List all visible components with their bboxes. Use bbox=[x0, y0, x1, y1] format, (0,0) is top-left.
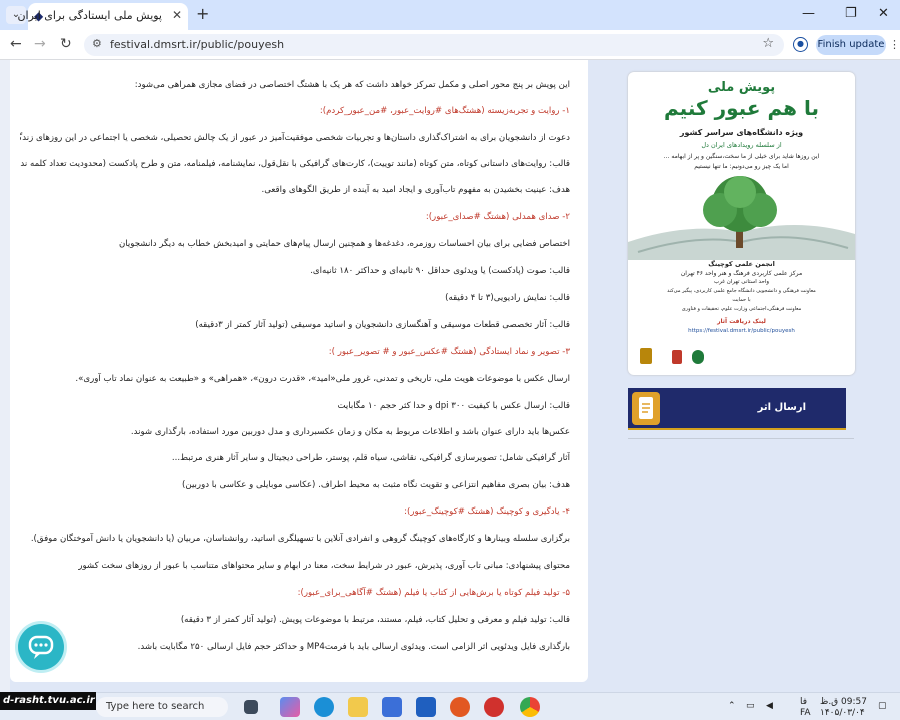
article-line: محتوای پیشنهادی: مبانی تاب آوری، پذیرش، … bbox=[78, 561, 570, 571]
clock-time[interactable]: 09:57 ق.ظ bbox=[820, 697, 867, 707]
tray-chevron-icon[interactable]: ⌃ bbox=[728, 701, 736, 711]
network-icon[interactable]: ▭ bbox=[746, 701, 755, 711]
article-line: بارگذاری فایل ویدئویی اثر الزامی است. وی… bbox=[137, 642, 570, 652]
article-line: عکس‌ها باید دارای عنوان باشد و اطلاعات م… bbox=[130, 427, 570, 437]
poster-quote-2: اما یک چیز رو می‌دونیم: ما تنها نیستیم bbox=[694, 163, 789, 170]
back-arrow-icon[interactable]: ← bbox=[10, 36, 22, 52]
reload-icon[interactable]: ↻ bbox=[60, 36, 72, 52]
article-line: قالب: ارسال عکس با کیفیت ۳۰۰ dpi و حدا ک… bbox=[337, 401, 570, 411]
poster-quote-1: این روزها شاید برای خیلی از ما سخت،سنگین… bbox=[663, 153, 820, 160]
taskbar-search[interactable]: Type here to search bbox=[96, 697, 228, 717]
article-line: قالب: صوت (پادکست) یا ویدئوی حداقل ۹۰ ثا… bbox=[310, 266, 570, 276]
site-info-icon[interactable]: ⚙ bbox=[92, 37, 102, 50]
article-line: قالب: تولید فیلم و معرفی و تحلیل کتاب، ف… bbox=[180, 615, 570, 625]
poster-headline: با هم عبور کنیم bbox=[664, 96, 819, 120]
article-line: هدف: بیان بصری مفاهیم انتزاعی و تقویت نگ… bbox=[182, 480, 570, 490]
event-poster[interactable]: پویش ملی با هم عبور کنیم ویژه دانشگاه‌ها… bbox=[628, 72, 855, 375]
document-icon bbox=[632, 392, 660, 425]
emblem-logo-icon bbox=[640, 348, 652, 364]
browser-toolbar: ← → ↻ ⚙ festival.dmsrt.ir/public/pouyesh… bbox=[0, 30, 900, 60]
poster-kicker: پویش ملی bbox=[707, 80, 776, 95]
forward-arrow-icon[interactable]: → bbox=[34, 36, 46, 52]
article-line: آثار گرافیکی شامل: تصویرسازی گرافیکی، نق… bbox=[171, 453, 570, 463]
poster-org-6: معاونت فرهنگی،اجتماعی وزارت علوم، تحقیقا… bbox=[681, 306, 802, 312]
sidebar-divider bbox=[628, 438, 854, 439]
article-line: هدف: عینیت بخشیدن به مفهوم تاب‌آوری و ای… bbox=[261, 185, 570, 195]
finish-update-button[interactable]: Finish update bbox=[816, 35, 886, 55]
close-window-icon[interactable]: ✕ bbox=[878, 6, 889, 21]
article-line: این پویش بر پنج محور اصلی و مکمل تمرکز خ… bbox=[134, 80, 570, 90]
poster-series: از سلسله رویدادهای ایران دل bbox=[701, 141, 782, 149]
poster-org-1: انجمن علمی کوچینگ bbox=[708, 260, 775, 268]
section-heading: ۱- روایت و تجربه‌زیسته (هشتگ‌های #روایت_… bbox=[319, 106, 570, 116]
store-icon[interactable] bbox=[382, 697, 402, 717]
tree-illustration bbox=[628, 176, 855, 260]
volume-icon[interactable]: ◀ bbox=[766, 701, 773, 711]
poster-org-5: با حمایت bbox=[732, 297, 751, 303]
bookmark-star-icon[interactable]: ☆ bbox=[762, 36, 774, 51]
clock-date[interactable]: ۱۴۰۵/۰۳/۰۴ bbox=[820, 708, 865, 718]
tab-title: پویش ملی ایستادگی برای ایران bbox=[17, 9, 162, 22]
tab-strip: ⌄ ◆ پویش ملی ایستادگی برای ایران ✕ + — ❐… bbox=[0, 0, 900, 30]
article-line: قالب: روایت‌های داستانی کوتاه، متن کوتاه… bbox=[20, 159, 570, 169]
page-gutter bbox=[0, 60, 10, 692]
send-work-label: ارسال اثر bbox=[757, 402, 806, 413]
poster-org-3: واحد استانی تهران غرب bbox=[713, 279, 770, 285]
kebab-menu-icon[interactable]: ⋮ bbox=[889, 38, 900, 51]
section-heading: ۴- یادگیری و کوچینگ (هشتگ #کوچینگ_عبور): bbox=[404, 507, 570, 517]
new-tab-icon[interactable]: + bbox=[196, 4, 209, 23]
site-watermark: d-rasht.tvu.ac.ir bbox=[0, 692, 96, 710]
app-icon[interactable] bbox=[484, 697, 504, 717]
poster-link-label: لینک دریافت آثار bbox=[717, 318, 766, 325]
edge-browser-icon[interactable] bbox=[314, 697, 334, 717]
copilot-icon[interactable] bbox=[280, 697, 300, 717]
section-heading: ۳- تصویر و نماد ایستادگی (هشتگ #عکس_عبور… bbox=[328, 347, 570, 357]
emblem-logo-icon bbox=[672, 350, 682, 364]
minimize-icon[interactable]: — bbox=[802, 6, 815, 21]
task-view-icon[interactable] bbox=[244, 700, 258, 714]
profile-icon[interactable]: ● bbox=[793, 37, 808, 52]
section-heading: ۲- صدای همدلی (هشتگ #صدای_عبور): bbox=[425, 212, 570, 222]
poster-org-4: معاونت فرهنگی و دانشجویی دانشگاه جامع عل… bbox=[667, 288, 816, 294]
chat-bubble-icon[interactable] bbox=[18, 624, 64, 670]
outlook-icon[interactable] bbox=[416, 697, 436, 717]
article-line: دعوت از دانشجویان برای به اشتراک‌گذاری د… bbox=[20, 133, 570, 143]
language-fa[interactable]: فا bbox=[800, 697, 807, 707]
poster-subtitle: ویژه دانشگاه‌های سراسر کشور bbox=[679, 128, 804, 137]
article-line: برگزاری سلسله وبینارها و کارگاه‌های کوچی… bbox=[30, 534, 570, 544]
emblem-logo-icon bbox=[692, 350, 704, 364]
poster-link-url[interactable]: https://festival.dmsrt.ir/public/pouyesh bbox=[628, 328, 855, 334]
taskbar-search-placeholder: Type here to search bbox=[106, 701, 205, 712]
article-line: قالب: آثار تخصصی قطعات موسیقی و آهنگسازی… bbox=[195, 320, 570, 330]
restore-icon[interactable]: ❐ bbox=[845, 6, 857, 21]
language-code[interactable]: FA bbox=[800, 708, 811, 718]
send-work-button[interactable]: ارسال اثر bbox=[628, 388, 846, 430]
section-heading: ۵- تولید فیلم کوتاه یا برش‌هایی از کتاب … bbox=[297, 588, 570, 598]
chrome-icon[interactable] bbox=[520, 697, 540, 717]
poster-org-2: مرکز علمی کاربردی فرهنگ و هنر واحد ۴۶ ته… bbox=[680, 270, 803, 277]
url-text: festival.dmsrt.ir/public/pouyesh bbox=[110, 38, 285, 51]
close-tab-icon[interactable]: ✕ bbox=[172, 8, 182, 22]
article-line: ارسال عکس با موضوعات هویت ملی، تاریخی و … bbox=[75, 374, 570, 384]
browser-tab[interactable]: ◆ پویش ملی ایستادگی برای ایران ✕ bbox=[17, 3, 188, 30]
taskbar: Type here to search ⌃ ▭ ◀ فا FA 09:57 ق.… bbox=[0, 692, 900, 720]
notification-icon[interactable]: ▢ bbox=[878, 701, 887, 711]
article-content: این پویش بر پنج محور اصلی و مکمل تمرکز خ… bbox=[10, 60, 588, 682]
address-bar[interactable]: ⚙ festival.dmsrt.ir/public/pouyesh ☆ bbox=[84, 34, 784, 56]
article-line: اختصاص فضایی برای بیان احساسات روزمره، د… bbox=[118, 239, 570, 249]
firefox-icon[interactable] bbox=[450, 697, 470, 717]
file-explorer-icon[interactable] bbox=[348, 697, 368, 717]
article-line: قالب: نمایش رادیویی(۳ تا ۴ دقیقه) bbox=[445, 293, 570, 303]
